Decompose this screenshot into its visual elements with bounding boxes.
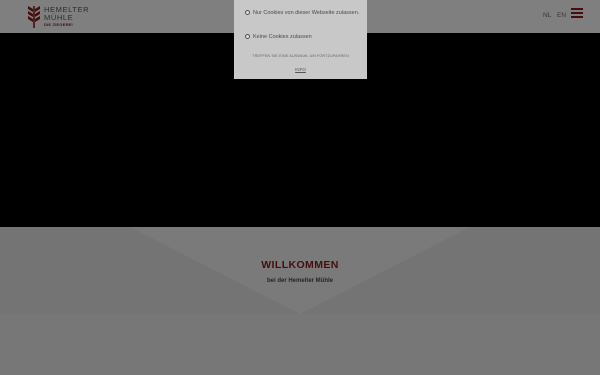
cookie-option-site-only[interactable]: Nur Cookies von dieser Webseite zulassen… <box>245 9 360 17</box>
radio-icon[interactable] <box>245 9 250 15</box>
cookie-option-none[interactable]: Keine Cookies zulassen <box>245 33 312 41</box>
cookie-option-site-only-label: Nur Cookies von dieser Webseite zulassen… <box>253 10 360 16</box>
cookie-dialog: Nur Cookies von dieser Webseite zulassen… <box>234 0 367 79</box>
cookie-info-link[interactable]: INFO <box>234 67 367 72</box>
cookie-option-none-label: Keine Cookies zulassen <box>253 34 312 40</box>
radio-icon[interactable] <box>245 33 250 39</box>
cookie-hint: TREFFEN SIE EINE AUSWAHL UM FORTZUFAHREN <box>252 54 349 58</box>
